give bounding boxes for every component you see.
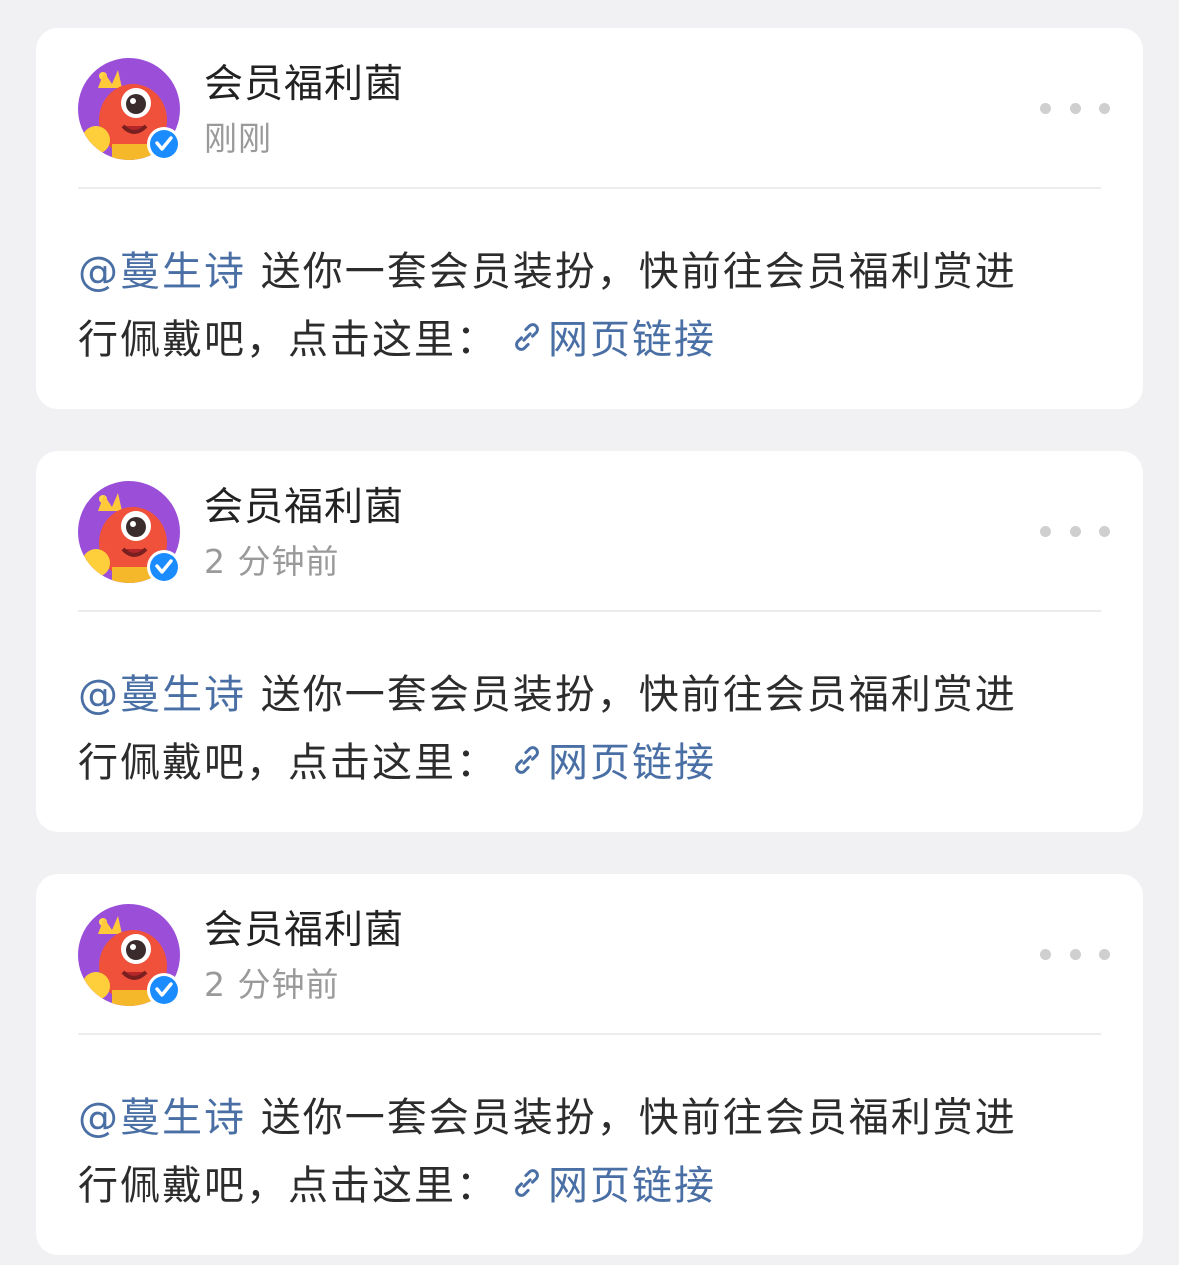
web-link[interactable]: 网页链接 bbox=[508, 317, 716, 363]
web-link[interactable]: 网页链接 bbox=[508, 1163, 716, 1209]
more-dot-icon bbox=[1069, 525, 1081, 537]
verified-check-icon bbox=[147, 127, 181, 161]
post-line-2: 行佩戴吧，点击这里： 网页链接 bbox=[78, 729, 1108, 797]
divider bbox=[78, 187, 1101, 189]
post-card[interactable]: 会员福利菌 2 分钟前 @蔓生诗 送你一套会员装扮，快前往会员福利赏进 行佩戴吧… bbox=[36, 451, 1143, 832]
author-name[interactable]: 会员福利菌 bbox=[204, 61, 404, 109]
web-link[interactable]: 网页链接 bbox=[508, 740, 716, 786]
more-dot-icon bbox=[1099, 102, 1110, 114]
verified-check-icon bbox=[147, 973, 181, 1007]
web-link-label: 网页链接 bbox=[548, 740, 716, 786]
more-options-button[interactable] bbox=[1040, 90, 1110, 126]
post-timestamp: 2 分钟前 bbox=[204, 542, 340, 581]
post-text: 送你一套会员装扮，快前往会员福利赏进 bbox=[246, 1095, 1017, 1141]
post-card[interactable]: 会员福利菌 刚刚 @蔓生诗 送你一套会员装扮，快前往会员福利赏进 行佩戴吧，点击… bbox=[36, 28, 1143, 409]
link-icon bbox=[515, 1169, 539, 1197]
more-options-button[interactable] bbox=[1040, 936, 1110, 972]
verified-check-icon bbox=[147, 550, 181, 584]
post-timestamp: 2 分钟前 bbox=[204, 965, 340, 1004]
post-line-2: 行佩戴吧，点击这里： 网页链接 bbox=[78, 306, 1108, 374]
divider bbox=[78, 1033, 1101, 1035]
more-options-button[interactable] bbox=[1040, 513, 1110, 549]
post-text: 送你一套会员装扮，快前往会员福利赏进 bbox=[246, 672, 1017, 718]
more-dot-icon bbox=[1099, 525, 1110, 537]
post-line-1: @蔓生诗 送你一套会员装扮，快前往会员福利赏进 bbox=[78, 1084, 1108, 1152]
link-icon bbox=[515, 323, 539, 351]
divider bbox=[78, 610, 1101, 612]
author-name[interactable]: 会员福利菌 bbox=[204, 484, 404, 532]
post-timestamp: 刚刚 bbox=[204, 119, 272, 158]
more-dot-icon bbox=[1040, 525, 1051, 537]
user-mention-link[interactable]: @蔓生诗 bbox=[78, 672, 246, 718]
more-dot-icon bbox=[1040, 102, 1051, 114]
post-content: @蔓生诗 送你一套会员装扮，快前往会员福利赏进 行佩戴吧，点击这里： 网页链接 bbox=[78, 1084, 1108, 1220]
post-text: 行佩戴吧，点击这里： bbox=[78, 317, 498, 363]
post-line-1: @蔓生诗 送你一套会员装扮，快前往会员福利赏进 bbox=[78, 238, 1108, 306]
more-dot-icon bbox=[1099, 948, 1110, 960]
post-text: 行佩戴吧，点击这里： bbox=[78, 740, 498, 786]
more-dot-icon bbox=[1040, 948, 1051, 960]
post-content: @蔓生诗 送你一套会员装扮，快前往会员福利赏进 行佩戴吧，点击这里： 网页链接 bbox=[78, 661, 1108, 797]
more-dot-icon bbox=[1069, 948, 1081, 960]
post-content: @蔓生诗 送你一套会员装扮，快前往会员福利赏进 行佩戴吧，点击这里： 网页链接 bbox=[78, 238, 1108, 374]
link-icon bbox=[515, 746, 539, 774]
more-dot-icon bbox=[1069, 102, 1081, 114]
post-line-1: @蔓生诗 送你一套会员装扮，快前往会员福利赏进 bbox=[78, 661, 1108, 729]
post-line-2: 行佩戴吧，点击这里： 网页链接 bbox=[78, 1152, 1108, 1220]
web-link-label: 网页链接 bbox=[548, 317, 716, 363]
post-card[interactable]: 会员福利菌 2 分钟前 @蔓生诗 送你一套会员装扮，快前往会员福利赏进 行佩戴吧… bbox=[36, 874, 1143, 1255]
post-text: 送你一套会员装扮，快前往会员福利赏进 bbox=[246, 249, 1017, 295]
user-mention-link[interactable]: @蔓生诗 bbox=[78, 249, 246, 295]
post-text: 行佩戴吧，点击这里： bbox=[78, 1163, 498, 1209]
user-mention-link[interactable]: @蔓生诗 bbox=[78, 1095, 246, 1141]
web-link-label: 网页链接 bbox=[548, 1163, 716, 1209]
author-name[interactable]: 会员福利菌 bbox=[204, 907, 404, 955]
